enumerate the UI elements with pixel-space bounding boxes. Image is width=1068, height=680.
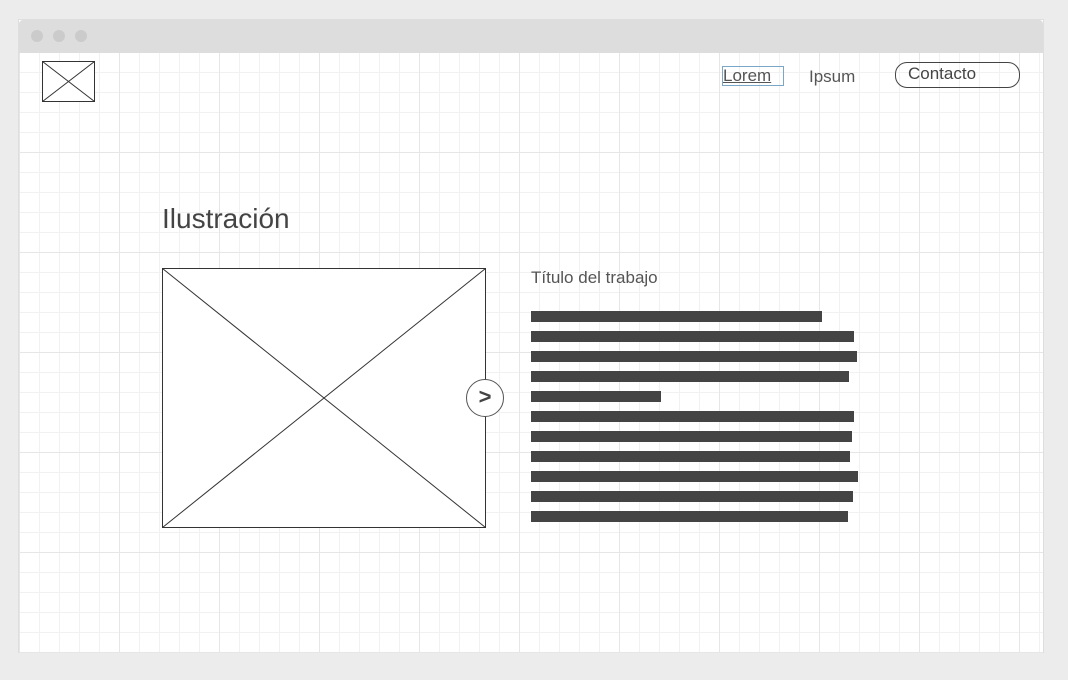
placeholder-text-line	[531, 431, 852, 442]
next-arrow-button[interactable]: >	[466, 379, 504, 417]
window-control-dot[interactable]	[53, 30, 65, 42]
placeholder-text-block	[531, 311, 858, 531]
placeholder-text-line	[531, 371, 849, 382]
placeholder-text-line	[531, 511, 848, 522]
image-placeholder	[162, 268, 486, 528]
contact-button[interactable]: Contacto	[895, 62, 1020, 88]
placeholder-text-line	[531, 391, 661, 402]
placeholder-text-line	[531, 411, 854, 422]
placeholder-text-line	[531, 491, 853, 502]
nav-link-lorem[interactable]: Lorem	[722, 66, 784, 86]
placeholder-text-line	[531, 351, 857, 362]
placeholder-text-line	[531, 451, 850, 462]
browser-window: Lorem Ipsum Contacto Ilustración > Títul…	[18, 19, 1044, 653]
nav-link-ipsum[interactable]: Ipsum	[809, 67, 855, 87]
page-canvas: Lorem Ipsum Contacto Ilustración > Títul…	[19, 53, 1043, 653]
window-control-dot[interactable]	[75, 30, 87, 42]
placeholder-text-line	[531, 311, 822, 322]
placeholder-text-line	[531, 331, 854, 342]
section-title: Ilustración	[162, 203, 290, 234]
placeholder-text-line	[531, 471, 858, 482]
logo-placeholder-icon[interactable]	[42, 61, 95, 102]
work-title: Título del trabajo	[531, 268, 658, 287]
window-control-dot[interactable]	[31, 30, 43, 42]
window-titlebar	[19, 20, 1043, 53]
